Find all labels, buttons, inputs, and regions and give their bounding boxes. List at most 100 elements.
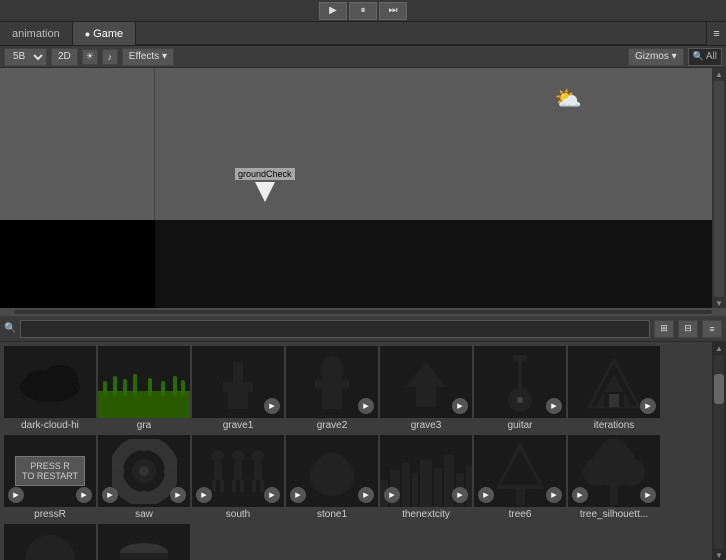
- pressR-play-icon[interactable]: ▶: [76, 487, 92, 503]
- stone1-thumb: [305, 441, 360, 501]
- iterations-play-icon[interactable]: ▶: [640, 398, 656, 414]
- tab-overflow-button[interactable]: ≡: [706, 22, 726, 45]
- asset-tree-silhouette[interactable]: ▶ ▶ tree_silhouett...: [568, 435, 660, 520]
- asset-name-south: south: [226, 509, 250, 520]
- asset-name-gra: gra: [137, 420, 151, 431]
- thenextcity-play-icon[interactable]: ▶: [452, 487, 468, 503]
- search-icon-asset: 🔍: [4, 323, 16, 334]
- stone1-left-play-icon[interactable]: ▶: [290, 487, 306, 503]
- tree6-left-play-icon[interactable]: ▶: [478, 487, 494, 503]
- asset-iterations[interactable]: ▶ iterations: [568, 346, 660, 431]
- asset-name-guitar: guitar: [507, 420, 532, 431]
- asset-name-grave1: grave1: [223, 420, 254, 431]
- asset-drum[interactable]: [98, 524, 190, 560]
- grave2-thumb: [307, 352, 357, 412]
- stone1-play-icon[interactable]: ▶: [358, 487, 374, 503]
- guitar-play-icon[interactable]: ▶: [546, 398, 562, 414]
- asset-browser: 🔍 ⊞ ⊟ ≡ dark-cloud-hi: [0, 316, 726, 560]
- asset-name-grave2: grave2: [317, 420, 348, 431]
- tree-silhouette-play-icon[interactable]: ▶: [640, 487, 656, 503]
- south-left-play-icon[interactable]: ▶: [196, 487, 212, 503]
- step-button[interactable]: ⏭: [379, 2, 407, 20]
- asset-scroll-up-icon[interactable]: ▲: [715, 344, 723, 353]
- thenextcity-left-play-icon[interactable]: ▶: [384, 487, 400, 503]
- tree6-thumb: [488, 437, 553, 505]
- asset-dark-cloud-hi[interactable]: dark-cloud-hi: [4, 346, 96, 431]
- asset-scroll-down-icon[interactable]: ▼: [715, 551, 723, 560]
- tag-button[interactable]: ⊟: [678, 320, 698, 338]
- grave1-play-icon[interactable]: ▶: [264, 398, 280, 414]
- viewport-center: ⛅ groundCheck: [155, 68, 712, 308]
- tree-silhouette-left-play-icon[interactable]: ▶: [572, 487, 588, 503]
- sun-icon[interactable]: ☀: [82, 49, 98, 65]
- settings-button[interactable]: ≡: [702, 320, 722, 338]
- game-toolbar: 5B 2D ☀ ♪ Effects ▾ Gizmos ▾ 🔍 All: [0, 46, 726, 68]
- h-scroll-track: [14, 310, 712, 314]
- black-ground: [155, 220, 712, 308]
- asset-grave3[interactable]: ▶ grave3: [380, 346, 472, 431]
- asset-name-thenextcity: thenextcity: [402, 509, 450, 520]
- scroll-up-icon[interactable]: ▲: [715, 70, 723, 79]
- asset-name-stone1: stone1: [317, 509, 347, 520]
- asset-search-bar: 🔍 ⊞ ⊟ ≡: [0, 316, 726, 342]
- grave3-play-icon[interactable]: ▶: [452, 398, 468, 414]
- asset-name-saw: saw: [135, 509, 153, 520]
- asset-gra[interactable]: gra: [98, 346, 190, 431]
- saw-thumb: [112, 439, 177, 504]
- play-button[interactable]: ▶: [319, 2, 347, 20]
- asset-name-iterations: iterations: [594, 420, 635, 431]
- asset-circle[interactable]: [4, 524, 96, 560]
- asset-grave2[interactable]: ▶ grave2: [286, 346, 378, 431]
- grave1-thumb: [213, 352, 263, 412]
- asset-search-input[interactable]: [20, 320, 650, 338]
- pressR-left-play-icon[interactable]: ▶: [8, 487, 24, 503]
- game-viewport: ⛅ groundCheck ▲ ▼: [0, 68, 726, 308]
- tab-animation[interactable]: animation: [0, 22, 73, 45]
- asset-name-grave3: grave3: [411, 420, 442, 431]
- saw-left-play-icon[interactable]: ▶: [102, 487, 118, 503]
- ground-check-label: groundCheck: [235, 168, 295, 180]
- horizontal-scrollbar: [0, 308, 726, 316]
- circle-thumb: [20, 530, 80, 560]
- guitar-thumb: [505, 350, 535, 415]
- asset-stone1[interactable]: ▶ ▶ stone1: [286, 435, 378, 520]
- tree6-play-icon[interactable]: ▶: [546, 487, 562, 503]
- 2d-button[interactable]: 2D: [51, 48, 78, 66]
- asset-pressR[interactable]: PRESS RTO RESTART ▶ ▶ pressR: [4, 435, 96, 520]
- asset-name-dark-cloud-hi: dark-cloud-hi: [21, 420, 79, 431]
- black-ground-left: [0, 220, 155, 308]
- drum-thumb: [114, 533, 174, 560]
- grave2-play-icon[interactable]: ▶: [358, 398, 374, 414]
- asset-saw[interactable]: ▶ ▶ saw: [98, 435, 190, 520]
- south-play-icon[interactable]: ▶: [264, 487, 280, 503]
- asset-rows-wrapper: dark-cloud-hi: [0, 342, 726, 560]
- viewport-left-panel: [0, 68, 155, 308]
- asset-name-tree-silhouette: tree_silhouett...: [580, 509, 648, 520]
- play-controls: ▶ ⏸ ⏭: [0, 0, 726, 22]
- saw-play-icon[interactable]: ▶: [170, 487, 186, 503]
- asset-south[interactable]: ▶ ▶ south: [192, 435, 284, 520]
- asset-scroll-track: [714, 355, 724, 549]
- filter-button[interactable]: ⊞: [654, 320, 674, 338]
- pause-button[interactable]: ⏸: [349, 2, 377, 20]
- asset-thenextcity[interactable]: ▶ ▶ thenextcity: [380, 435, 472, 520]
- asset-name-tree6: tree6: [509, 509, 532, 520]
- asset-name-pressR: pressR: [34, 509, 66, 520]
- asset-grave1[interactable]: ▶ grave1: [192, 346, 284, 431]
- scroll-track: [714, 81, 724, 297]
- scroll-down-icon[interactable]: ▼: [715, 299, 723, 308]
- audio-icon[interactable]: ♪: [102, 49, 118, 65]
- asset-guitar[interactable]: ▶ guitar: [474, 346, 566, 431]
- tab-game[interactable]: ● Game: [73, 22, 136, 45]
- gizmos-button[interactable]: Gizmos ▾: [628, 48, 684, 66]
- character-container: groundCheck: [235, 168, 295, 202]
- asset-browser-scrollbar: ▲ ▼: [712, 342, 726, 560]
- iterations-thumb: [584, 352, 644, 412]
- search-all-area: 🔍 All: [688, 48, 722, 66]
- cloud-sprite: ⛅: [555, 86, 582, 112]
- effects-button[interactable]: Effects ▾: [122, 48, 174, 66]
- asset-tree6[interactable]: ▶ ▶ tree6: [474, 435, 566, 520]
- asset-scroll-thumb: [714, 374, 724, 404]
- viewport-scrollbar: ▲ ▼: [712, 68, 726, 308]
- resolution-dropdown[interactable]: 5B: [4, 48, 47, 66]
